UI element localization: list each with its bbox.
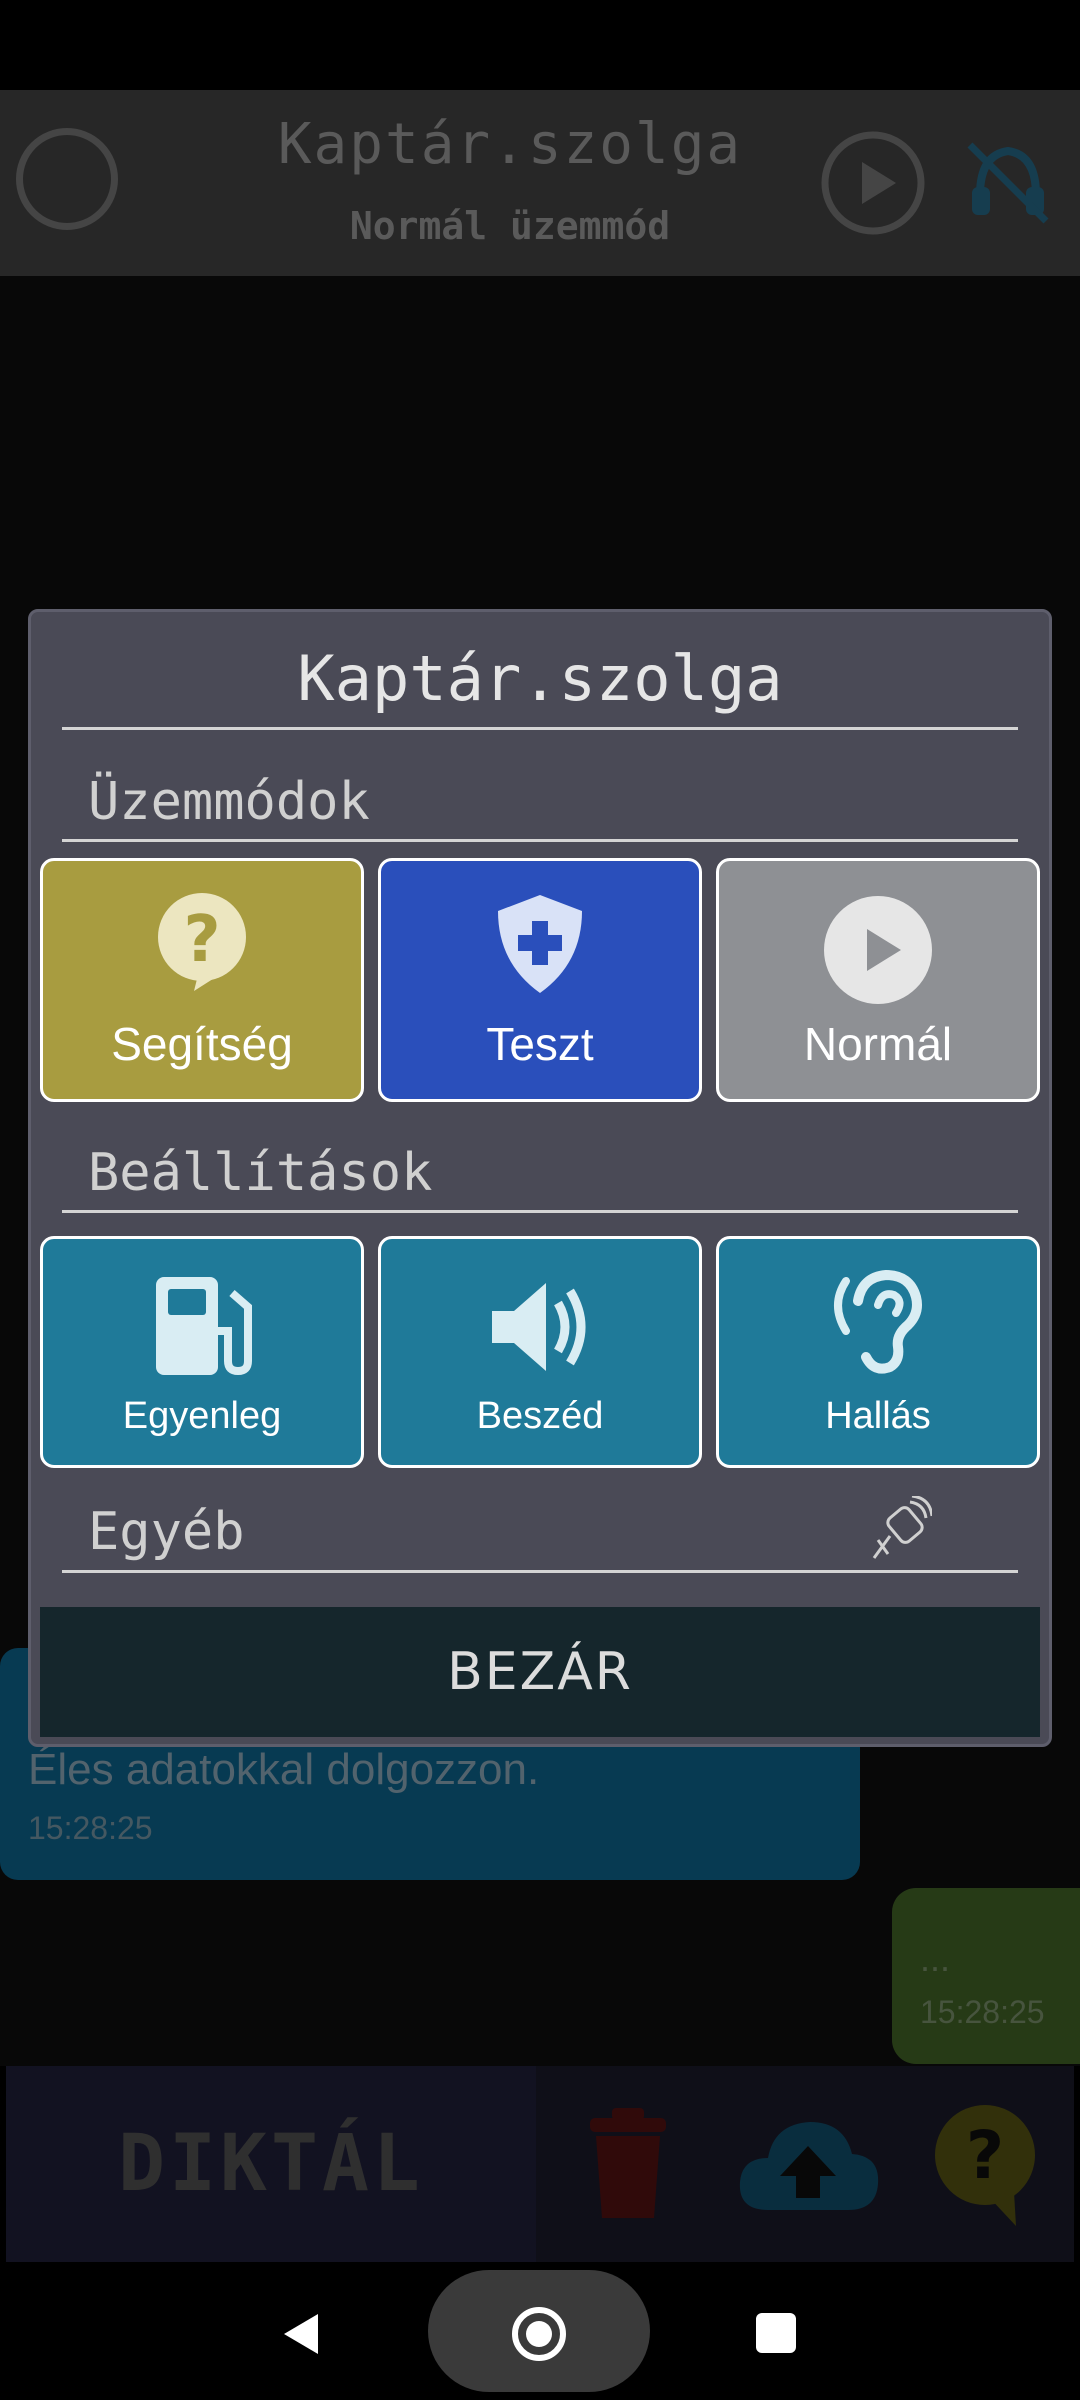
section-other-heading: Egyéb [88, 1502, 245, 1562]
tile-label: Teszt [486, 1018, 594, 1070]
fuel-pump-icon [152, 1275, 252, 1382]
tile-label: Beszéd [476, 1395, 604, 1437]
question-bubble-icon: ? [154, 891, 250, 996]
home-icon [511, 2306, 567, 2362]
divider [62, 839, 1018, 842]
tile-label: Normál [803, 1018, 953, 1070]
settings-hearing-button[interactable]: Hallás [716, 1236, 1040, 1468]
dialog-title: Kaptár.szolga [297, 642, 783, 715]
tile-label: Segítség [111, 1018, 293, 1070]
speaker-icon [488, 1279, 592, 1380]
mode-test-button[interactable]: Teszt [378, 858, 702, 1102]
recent-apps-icon[interactable] [756, 2313, 796, 2353]
section-modes-heading: Üzemmódok [88, 772, 370, 832]
settings-speech-button[interactable]: Beszéd [378, 1236, 702, 1468]
section-settings-heading: Beállítások [88, 1143, 433, 1203]
tile-label: Hallás [825, 1395, 931, 1437]
back-icon[interactable] [278, 2310, 326, 2358]
mode-normal-button[interactable]: Normál [716, 858, 1040, 1102]
tile-label: Egyenleg [122, 1395, 282, 1437]
divider [62, 1570, 1018, 1573]
play-circle-icon [823, 895, 933, 1010]
settings-balance-button[interactable]: Egyenleg [40, 1236, 364, 1468]
shield-plus-icon [494, 893, 586, 1000]
close-button[interactable]: BEZÁR [40, 1607, 1040, 1737]
divider [62, 727, 1018, 730]
ear-icon [826, 1269, 930, 1380]
satellite-icon[interactable] [870, 1494, 934, 1566]
divider [62, 1210, 1018, 1213]
mode-help-button[interactable]: ? Segítség [40, 858, 364, 1102]
svg-text:?: ? [183, 903, 220, 977]
